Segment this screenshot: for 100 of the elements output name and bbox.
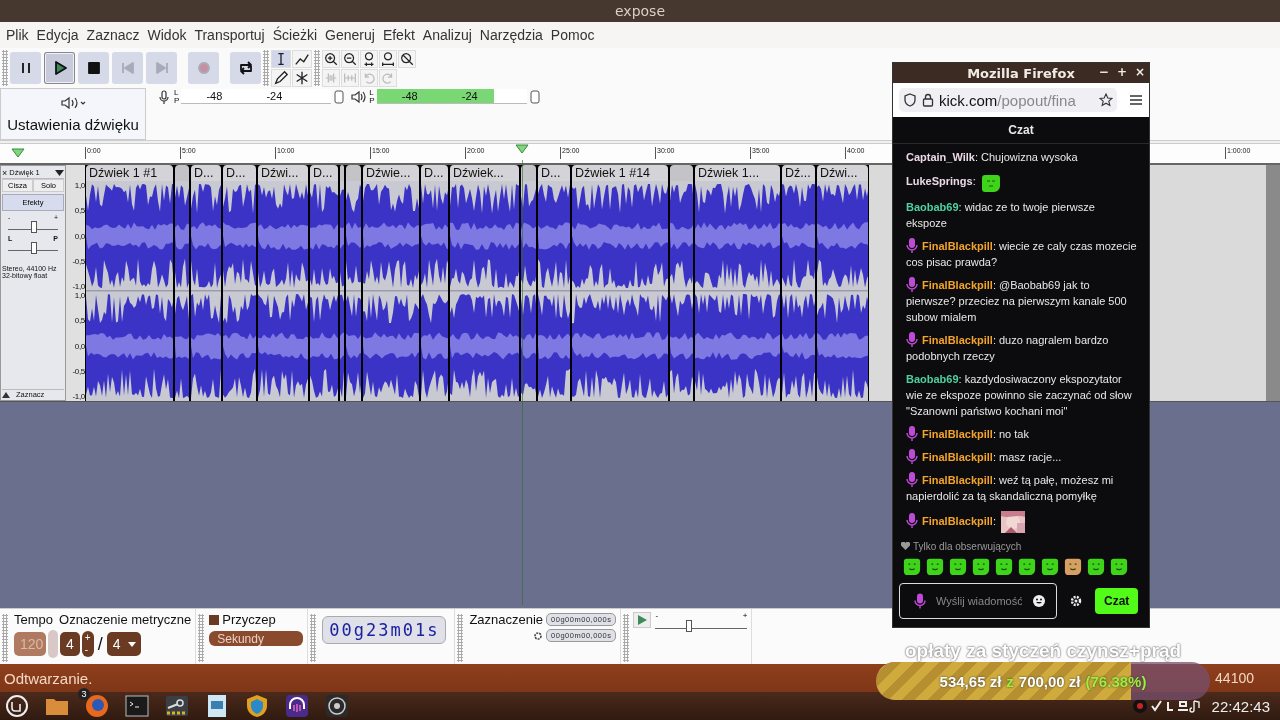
slider-thumb[interactable]: [685, 620, 692, 632]
settings-icon[interactable]: [1069, 594, 1083, 608]
play-at-speed-button[interactable]: [633, 612, 652, 628]
fit-selection-button[interactable]: [360, 49, 378, 68]
audio-clip[interactable]: Dźwi...: [816, 165, 869, 401]
clip-header[interactable]: [670, 165, 693, 181]
pan-slider[interactable]: [8, 242, 58, 251]
record-icon[interactable]: [324, 693, 350, 719]
multi-tool[interactable]: [292, 68, 312, 87]
envelope-tool[interactable]: [292, 49, 312, 68]
lock-icon[interactable]: [922, 93, 934, 107]
shield-icon[interactable]: [903, 93, 917, 107]
menu-item[interactable]: Analizuj: [418, 27, 476, 43]
slider-thumb[interactable]: [31, 221, 37, 233]
fit-project-button[interactable]: [379, 49, 397, 68]
beat-value-dropdown[interactable]: 4: [106, 632, 142, 656]
start-marker-icon[interactable]: [11, 148, 25, 158]
project-rate[interactable]: 44100: [1215, 670, 1254, 686]
checkbox[interactable]: [209, 614, 220, 625]
speaker-icon[interactable]: [351, 88, 368, 105]
audio-clip[interactable]: D...: [537, 165, 571, 401]
audio-clip[interactable]: D...: [190, 165, 222, 401]
emote-icon[interactable]: [926, 557, 944, 575]
slider-thumb[interactable]: [31, 242, 37, 254]
audio-clip[interactable]: Dźwiek 1 #1: [85, 165, 174, 401]
headphones-icon[interactable]: [284, 693, 310, 719]
gain-slider[interactable]: [8, 221, 58, 230]
emote-icon[interactable]: [1041, 557, 1059, 575]
logo-icon[interactable]: [4, 693, 30, 719]
tray-icons-drawing[interactable]: [1131, 698, 1202, 714]
time-display[interactable]: 00g23m01s: [322, 616, 447, 644]
audio-setup-button[interactable]: Ustawienia dźwięku: [0, 88, 146, 140]
audio-clip[interactable]: D...: [222, 165, 257, 401]
emoji-icon[interactable]: [1032, 594, 1046, 608]
clip-header[interactable]: [346, 165, 361, 181]
audio-clip[interactable]: Dźwie...: [362, 165, 420, 401]
menu-item[interactable]: Narzędzia: [475, 27, 547, 43]
zoom-out-button[interactable]: [341, 49, 359, 68]
menu-item[interactable]: Generuj: [321, 27, 379, 43]
emote-icon[interactable]: [995, 557, 1013, 575]
emote-icon[interactable]: [1064, 557, 1082, 575]
app-icon[interactable]: [164, 693, 190, 719]
microphone-icon[interactable]: [156, 88, 172, 105]
star-icon[interactable]: [1099, 93, 1113, 107]
menu-item[interactable]: Transportuj: [190, 27, 269, 43]
window-control[interactable]: ×: [1134, 65, 1145, 79]
audio-clip[interactable]: Dźwi...: [257, 165, 309, 401]
window-control[interactable]: +: [1116, 65, 1127, 79]
emote-icon[interactable]: [1110, 557, 1128, 575]
beats-field[interactable]: 4: [60, 632, 80, 656]
emote-icon[interactable]: [1087, 557, 1105, 575]
zoom-in-button[interactable]: [322, 49, 340, 68]
pause-button[interactable]: [10, 52, 41, 84]
draw-tool[interactable]: [271, 68, 291, 87]
menu-item[interactable]: Ścieżki: [268, 27, 322, 43]
clip-header[interactable]: [340, 165, 344, 181]
close-track-button[interactable]: ×: [2, 167, 8, 178]
select-tool[interactable]: [271, 49, 291, 68]
menu-item[interactable]: Zaznacz: [82, 27, 144, 43]
slider-handle-icon[interactable]: [528, 88, 541, 105]
audio-clip[interactable]: Dź...: [781, 165, 816, 401]
decrement-button[interactable]: -: [84, 644, 91, 656]
menu-item[interactable]: Efekt: [378, 27, 419, 43]
audio-clip[interactable]: Dźwiek 1...: [694, 165, 781, 401]
settings-icon[interactable]: [533, 630, 544, 641]
stop-button[interactable]: [78, 52, 109, 84]
address-bar[interactable]: kick.com/popout/fina: [899, 88, 1117, 112]
shield-icon[interactable]: [244, 693, 270, 719]
window-control[interactable]: −: [1098, 65, 1109, 79]
audio-clip[interactable]: [174, 165, 190, 401]
menu-item[interactable]: Widok: [143, 27, 191, 43]
browser-icon[interactable]: [84, 693, 110, 719]
zoom-toggle-button[interactable]: [398, 49, 416, 68]
vertical-scrollbar[interactable]: [1266, 165, 1280, 401]
clip-header[interactable]: [175, 165, 189, 181]
speed-slider[interactable]: [655, 620, 748, 629]
menu-item[interactable]: Pomoc: [546, 27, 599, 43]
audio-clip[interactable]: Dźwiek...: [449, 165, 520, 401]
snap-unit-dropdown[interactable]: Sekundy: [209, 631, 304, 646]
emote-icon[interactable]: [972, 557, 990, 575]
audio-clip[interactable]: D...: [420, 165, 449, 401]
emote-icon[interactable]: [903, 557, 921, 575]
audio-clip[interactable]: [520, 165, 537, 401]
menu-icon[interactable]: [1129, 94, 1143, 106]
loop-button[interactable]: [230, 52, 261, 84]
slider-handle-icon[interactable]: [333, 88, 346, 105]
caret-icon[interactable]: [55, 169, 64, 176]
message-input[interactable]: Wyślij wiadomość: [934, 594, 1024, 608]
audio-clip[interactable]: Dźwiek 1 #14: [571, 165, 669, 401]
menu-item[interactable]: Edycja: [32, 27, 83, 43]
play-button[interactable]: [44, 52, 75, 84]
menu-item[interactable]: Plik: [2, 27, 33, 43]
terminal-icon[interactable]: [124, 693, 150, 719]
send-button[interactable]: Czat: [1095, 588, 1139, 614]
emote-icon[interactable]: [949, 557, 967, 575]
clip-header[interactable]: [521, 165, 536, 181]
audio-clip[interactable]: D...: [309, 165, 339, 401]
playhead-icon[interactable]: [515, 144, 529, 154]
emote-icon[interactable]: [1018, 557, 1036, 575]
audio-clip[interactable]: [339, 165, 345, 401]
